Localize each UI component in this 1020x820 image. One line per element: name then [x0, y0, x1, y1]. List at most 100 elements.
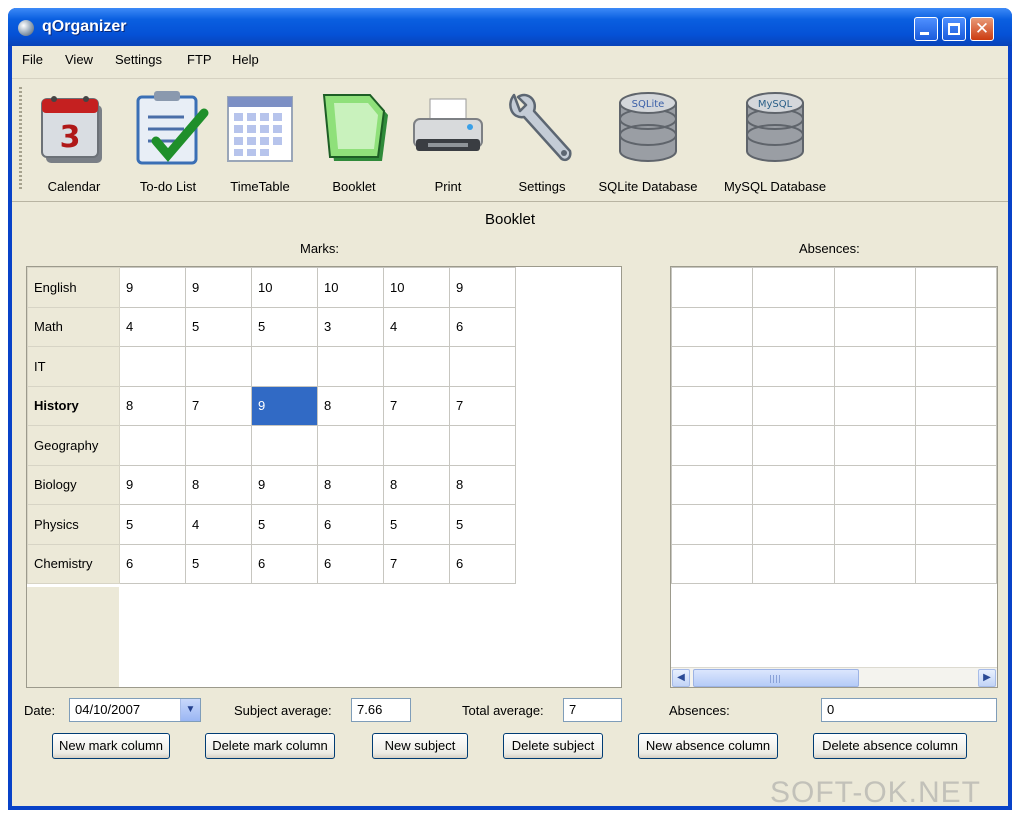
absence-cell[interactable] — [671, 385, 754, 426]
absence-cell[interactable] — [833, 464, 916, 505]
absence-cell[interactable] — [833, 306, 916, 347]
scroll-left-icon[interactable]: ◀ — [672, 669, 690, 687]
new-mark-column-button[interactable]: New mark column — [52, 733, 170, 759]
mark-cell[interactable]: 10 — [317, 267, 384, 308]
title-bar[interactable]: qOrganizer ✕ — [8, 8, 1012, 46]
marks-table-view[interactable]: English 9 9 10 10 10 9 Math 4 5 5 3 4 6 IT History 8 7 9 8 7… — [26, 266, 622, 688]
absence-cell[interactable] — [671, 306, 754, 347]
absence-cell[interactable] — [671, 346, 754, 387]
mark-cell[interactable]: 5 — [185, 543, 252, 584]
mark-cell[interactable]: 8 — [383, 464, 450, 505]
absence-cell[interactable] — [752, 425, 835, 466]
subject-row-header[interactable]: History — [27, 385, 120, 426]
absence-cell[interactable] — [914, 267, 997, 308]
absence-cell[interactable] — [914, 385, 997, 426]
toolbar-print-button[interactable]: Print — [400, 83, 496, 199]
toolbar-sqlite-button[interactable]: SQLite SQLite Database — [590, 83, 706, 199]
subject-row-header[interactable]: Math — [27, 306, 120, 347]
absence-cell[interactable] — [752, 346, 835, 387]
menu-file[interactable]: File — [22, 52, 43, 67]
absence-cell[interactable] — [914, 464, 997, 505]
mark-cell[interactable]: 10 — [251, 267, 318, 308]
mark-cell[interactable]: 9 — [119, 267, 186, 308]
maximize-button[interactable] — [942, 17, 966, 41]
absence-cell[interactable] — [833, 425, 916, 466]
absence-cell[interactable] — [914, 543, 997, 584]
delete-subject-button[interactable]: Delete subject — [503, 733, 603, 759]
mark-cell[interactable]: 6 — [449, 543, 516, 584]
mark-cell[interactable]: 5 — [185, 306, 252, 347]
mark-cell[interactable]: 6 — [317, 504, 384, 545]
absence-cell[interactable] — [914, 504, 997, 545]
subject-row-header[interactable]: English — [27, 267, 120, 308]
mark-cell[interactable] — [251, 346, 318, 387]
minimize-button[interactable] — [914, 17, 938, 41]
toolbar-grip[interactable] — [19, 87, 22, 191]
mark-cell[interactable]: 5 — [119, 504, 186, 545]
absence-cell[interactable] — [833, 543, 916, 584]
absence-cell[interactable] — [671, 464, 754, 505]
subject-row-header[interactable]: Biology — [27, 464, 120, 505]
delete-mark-column-button[interactable]: Delete mark column — [205, 733, 335, 759]
toolbar-settings-button[interactable]: Settings — [494, 83, 590, 199]
absence-cell[interactable] — [752, 267, 835, 308]
mark-cell[interactable] — [383, 425, 450, 466]
mark-cell[interactable] — [185, 425, 252, 466]
absence-cell[interactable] — [671, 425, 754, 466]
absence-cell[interactable] — [833, 504, 916, 545]
absence-cell[interactable] — [671, 543, 754, 584]
mark-cell[interactable]: 7 — [185, 385, 252, 426]
menu-view[interactable]: View — [65, 52, 93, 67]
mark-cell[interactable] — [317, 425, 384, 466]
mark-cell[interactable]: 9 — [251, 385, 318, 426]
mark-cell[interactable] — [185, 346, 252, 387]
menu-ftp[interactable]: FTP — [187, 52, 212, 67]
mark-cell[interactable]: 10 — [383, 267, 450, 308]
mark-cell[interactable]: 6 — [317, 543, 384, 584]
mark-cell[interactable]: 5 — [383, 504, 450, 545]
absence-cell[interactable] — [914, 425, 997, 466]
mark-cell[interactable]: 9 — [449, 267, 516, 308]
date-combobox[interactable]: 04/10/2007 ▼ — [69, 698, 201, 722]
subject-average-field[interactable]: 7.66 — [351, 698, 411, 722]
mark-cell[interactable]: 6 — [251, 543, 318, 584]
absence-cell[interactable] — [752, 464, 835, 505]
mark-cell[interactable] — [449, 346, 516, 387]
close-button[interactable]: ✕ — [970, 17, 994, 41]
mark-cell[interactable]: 4 — [383, 306, 450, 347]
scroll-right-icon[interactable]: ▶ — [978, 669, 996, 687]
menu-help[interactable]: Help — [232, 52, 259, 67]
absence-cell[interactable] — [914, 306, 997, 347]
mark-cell[interactable]: 9 — [185, 267, 252, 308]
absence-cell[interactable] — [752, 306, 835, 347]
horizontal-scrollbar[interactable]: ◀ ▶ — [671, 667, 997, 687]
mark-cell[interactable]: 8 — [449, 464, 516, 505]
absences-table-view[interactable]: ◀ ▶ — [670, 266, 998, 688]
mark-cell[interactable]: 5 — [251, 504, 318, 545]
mark-cell[interactable] — [119, 346, 186, 387]
mark-cell[interactable] — [251, 425, 318, 466]
mark-cell[interactable]: 8 — [185, 464, 252, 505]
mark-cell[interactable]: 7 — [449, 385, 516, 426]
mark-cell[interactable]: 6 — [119, 543, 186, 584]
absence-cell[interactable] — [914, 346, 997, 387]
absence-cell[interactable] — [752, 385, 835, 426]
absence-cell[interactable] — [833, 267, 916, 308]
mark-cell[interactable]: 4 — [185, 504, 252, 545]
new-absence-column-button[interactable]: New absence column — [638, 733, 778, 759]
new-subject-button[interactable]: New subject — [372, 733, 468, 759]
mark-cell[interactable]: 6 — [449, 306, 516, 347]
subject-row-header[interactable]: Geography — [27, 425, 120, 466]
absence-cell[interactable] — [833, 385, 916, 426]
mark-cell[interactable]: 3 — [317, 306, 384, 347]
scroll-thumb[interactable] — [693, 669, 859, 687]
menu-settings[interactable]: Settings — [115, 52, 162, 67]
absence-cell[interactable] — [671, 504, 754, 545]
mark-cell[interactable] — [317, 346, 384, 387]
absence-cell[interactable] — [752, 504, 835, 545]
mark-cell[interactable]: 9 — [119, 464, 186, 505]
chevron-down-icon[interactable]: ▼ — [180, 699, 200, 721]
mark-cell[interactable]: 8 — [119, 385, 186, 426]
absence-cell[interactable] — [671, 267, 754, 308]
toolbar-mysql-button[interactable]: MySQL MySQL Database — [714, 83, 836, 199]
